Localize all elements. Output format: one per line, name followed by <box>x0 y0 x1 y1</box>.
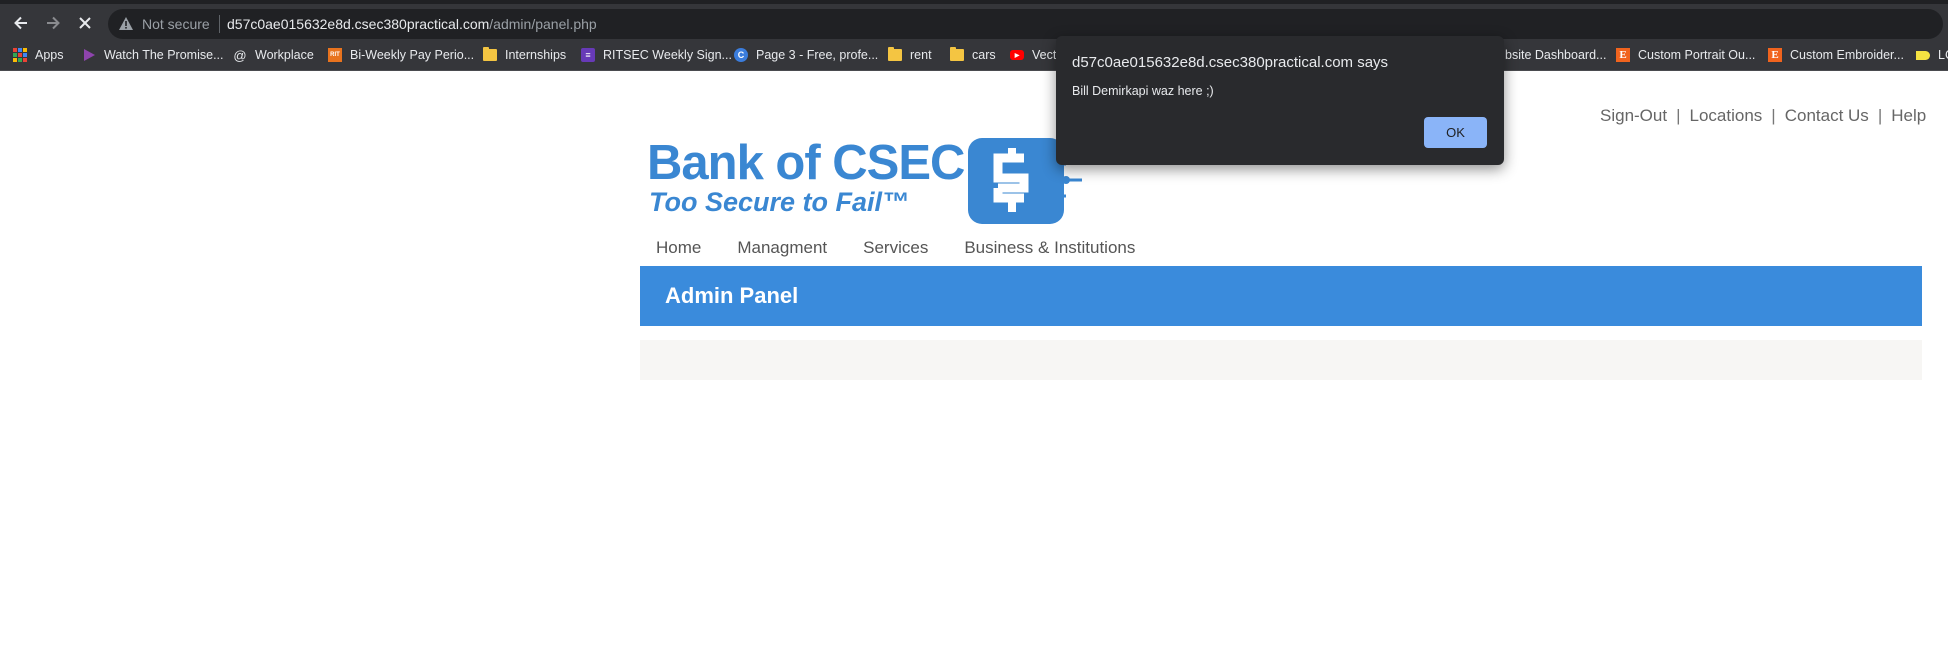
dialog-title: d57c0ae015632e8d.csec380practical.com sa… <box>1072 54 1389 71</box>
bookmark-label: RITSEC Weekly Sign... <box>603 48 732 62</box>
bookmark-workplace[interactable]: @ Workplace <box>233 46 314 64</box>
c-logo-icon: C <box>734 48 748 62</box>
bookmark-label: cars <box>972 48 996 62</box>
forward-arrow-icon <box>47 16 60 30</box>
bookmarks-bar: Apps Watch The Promise... @ Workplace RI… <box>0 40 1948 71</box>
bookmark-internships[interactable]: Internships <box>483 46 566 64</box>
security-status[interactable]: Not secure <box>142 16 210 32</box>
bookmark-custom-embroider[interactable]: E Custom Embroider... <box>1768 46 1904 64</box>
address-bar[interactable]: Not secure d57c0ae015632e8d.csec380pract… <box>108 9 1943 39</box>
help-link[interactable]: Help <box>1891 106 1926 125</box>
bookmark-ritsec-weekly[interactable]: ≡ RITSEC Weekly Sign... <box>581 46 732 64</box>
url-text[interactable]: d57c0ae015632e8d.csec380practical.com/ad… <box>227 16 597 32</box>
back-arrow-icon <box>14 16 27 30</box>
nav-home[interactable]: Home <box>656 238 701 262</box>
logo-tagline: Too Secure to Fail™ <box>649 187 910 217</box>
dialog-message: Bill Demirkapi waz here ;) <box>1072 84 1214 98</box>
bookmark-label: Apps <box>35 48 64 62</box>
ok-button[interactable]: OK <box>1424 117 1487 148</box>
omnibox-divider <box>219 15 220 33</box>
nav-business-institutions[interactable]: Business & Institutions <box>964 238 1135 262</box>
logo-title: Bank of CSEC <box>647 136 965 190</box>
admin-panel-content <box>640 340 1922 380</box>
etsy-icon: E <box>1616 48 1630 62</box>
bookmark-page-3[interactable]: C Page 3 - Free, profe... <box>734 46 878 64</box>
locations-link[interactable]: Locations <box>1690 106 1763 125</box>
bookmark-rent[interactable]: rent <box>888 46 932 64</box>
bookmark-label: Internships <box>505 48 567 62</box>
bookmark-label: Page 3 - Free, profe... <box>756 48 879 62</box>
folder-icon <box>483 47 497 61</box>
bookmark-label: Custom Portrait Ou... <box>1638 48 1756 62</box>
bookmark-label: Bi-Weekly Pay Perio... <box>350 48 475 62</box>
bookmark-bi-weekly-pay[interactable]: RIT Bi-Weekly Pay Perio... <box>328 46 474 64</box>
sign-out-link[interactable]: Sign-Out <box>1600 106 1667 125</box>
bookmark-label: rent <box>910 48 932 62</box>
bookmark-lc[interactable]: LC <box>1916 46 1948 64</box>
apps-grid-icon <box>13 48 27 62</box>
url-host: d57c0ae015632e8d.csec380practical.com <box>227 16 490 32</box>
bookmark-cars[interactable]: cars <box>950 46 996 64</box>
at-icon: @ <box>233 47 247 63</box>
link-separator: | <box>1676 106 1681 125</box>
link-separator: | <box>1771 106 1776 125</box>
bookmark-apps[interactable]: Apps <box>13 46 64 64</box>
bookmark-vect[interactable]: ▶ Vect <box>1010 46 1056 64</box>
page-title: Admin Panel <box>665 283 799 308</box>
bookmark-custom-portrait[interactable]: E Custom Portrait Ou... <box>1616 46 1755 64</box>
folder-icon <box>888 47 902 61</box>
forward-button[interactable] <box>40 10 66 36</box>
folder-icon <box>950 47 964 61</box>
contact-us-link[interactable]: Contact Us <box>1785 106 1869 125</box>
warning-icon <box>119 17 133 30</box>
bookmark-label: Custom Embroider... <box>1790 48 1904 62</box>
admin-panel-header: Admin Panel <box>640 266 1922 326</box>
tag-icon <box>1916 50 1930 60</box>
url-path: /admin/panel.php <box>489 16 597 32</box>
bookmark-watch-the-promise[interactable]: Watch The Promise... <box>82 46 223 64</box>
close-icon <box>79 17 91 29</box>
browser-toolbar: Not secure d57c0ae015632e8d.csec380pract… <box>0 0 1948 40</box>
nav-managment[interactable]: Managment <box>737 238 827 262</box>
form-icon: ≡ <box>581 48 595 62</box>
stop-loading-button[interactable] <box>72 10 98 36</box>
bookmark-label: Workplace <box>255 48 314 62</box>
bank-logo[interactable]: Bank of CSEC Too Secure to Fail™ <box>647 136 1091 226</box>
bookmark-label: Vect <box>1032 48 1057 62</box>
main-nav: Home Managment Services Business & Insti… <box>640 238 1155 262</box>
etsy-icon: E <box>1768 48 1782 62</box>
top-links: Sign-Out | Locations | Contact Us | Help <box>1600 106 1926 126</box>
bookmark-website-dashboard[interactable]: bsite Dashboard... <box>1505 46 1606 64</box>
rit-icon: RIT <box>328 48 342 62</box>
bookmark-label: bsite Dashboard... <box>1505 48 1607 62</box>
bookmark-label: Watch The Promise... <box>104 48 224 62</box>
link-separator: | <box>1877 106 1883 125</box>
back-button[interactable] <box>8 10 34 36</box>
bookmark-label: LC <box>1938 48 1948 62</box>
alert-dialog: d57c0ae015632e8d.csec380practical.com sa… <box>1056 36 1504 165</box>
nav-services[interactable]: Services <box>863 238 928 262</box>
play-icon <box>82 48 96 62</box>
youtube-icon: ▶ <box>1010 50 1024 60</box>
